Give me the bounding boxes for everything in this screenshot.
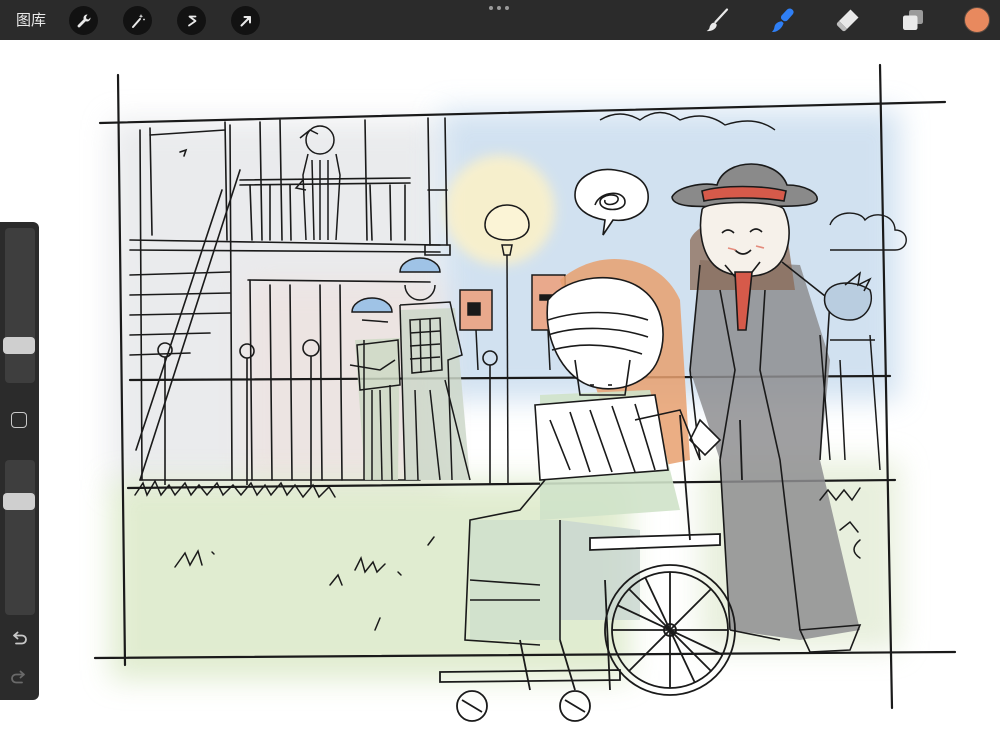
adjustments-button[interactable] — [123, 6, 152, 35]
drawing-canvas[interactable] — [0, 40, 1000, 750]
smudge-icon — [771, 8, 794, 32]
transform-button[interactable] — [231, 6, 260, 35]
brush-icon — [706, 8, 729, 32]
color-picker-button[interactable] — [964, 7, 990, 33]
transform-arrow-icon — [240, 15, 251, 26]
gallery-button[interactable]: 图库 — [16, 10, 46, 30]
smudge-tool-button[interactable] — [768, 5, 798, 35]
more-dots-handle[interactable] — [489, 6, 509, 10]
layers-button[interactable] — [898, 5, 928, 35]
wrench-icon — [77, 13, 91, 27]
brush-tool-button[interactable] — [702, 5, 732, 35]
selection-button[interactable] — [177, 6, 206, 35]
magic-wand-icon — [131, 13, 145, 28]
actions-button[interactable] — [69, 6, 98, 35]
layers-icon — [903, 10, 923, 30]
eraser-icon — [836, 9, 859, 32]
selection-icon — [187, 15, 196, 26]
top-toolbar: 图库 — [0, 0, 1000, 40]
eraser-tool-button[interactable] — [833, 5, 863, 35]
